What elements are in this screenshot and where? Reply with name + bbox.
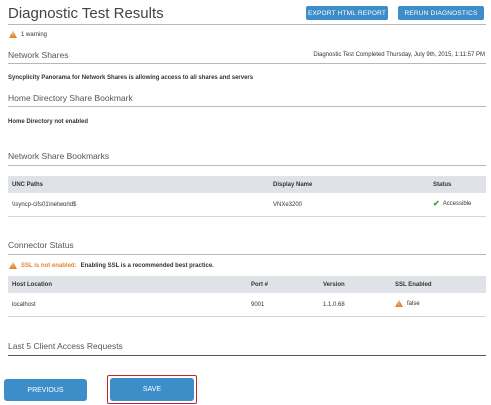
ssl-warning: ! SSL is not enabled: Enabling SSL is a … xyxy=(9,262,214,269)
col-unc-paths: UNC Paths xyxy=(12,182,44,188)
save-button-outline: SAVE xyxy=(107,375,197,404)
export-html-report-button[interactable]: EXPORT HTML REPORT xyxy=(306,6,388,20)
warning-summary: ! 1 warning xyxy=(9,31,47,38)
ssl-warning-icon: ! xyxy=(9,262,17,269)
bookmarks-table-header xyxy=(8,176,486,193)
client-access-divider xyxy=(8,355,486,356)
col-port: Port # xyxy=(251,282,269,288)
ssl-warning-prefix: SSL is not enabled: xyxy=(21,262,77,269)
bookmark-status: ✔ Accessible xyxy=(433,199,471,208)
network-shares-title: Network Shares xyxy=(8,50,69,60)
home-directory-title: Home Directory Share Bookmark xyxy=(8,93,133,103)
network-shares-divider xyxy=(8,63,486,64)
home-directory-divider xyxy=(8,106,486,107)
warning-icon: ! xyxy=(9,31,17,38)
bookmark-display-name: VNXe3200 xyxy=(273,202,303,208)
client-access-title: Last 5 Client Access Requests xyxy=(8,341,123,351)
connector-status-title: Connector Status xyxy=(8,240,74,250)
col-version: Version xyxy=(323,282,345,288)
connector-divider xyxy=(8,254,486,255)
connector-row-divider xyxy=(8,316,486,317)
bookmark-status-text: Accessible xyxy=(442,200,472,207)
completed-timestamp: Diagnostic Test Completed Thursday, July… xyxy=(313,52,485,58)
col-host-location: Host Location xyxy=(12,282,52,288)
connector-version: 1.1.0.68 xyxy=(323,302,345,308)
connector-host: localhost xyxy=(12,302,36,308)
bookmarks-title: Network Share Bookmarks xyxy=(8,151,110,161)
col-ssl-enabled: SSL Enabled xyxy=(395,282,432,288)
col-status: Status xyxy=(433,182,452,188)
page-title: Diagnostic Test Results xyxy=(8,5,164,22)
bookmarks-row-divider xyxy=(8,216,486,217)
connector-ssl: ! false xyxy=(395,300,420,307)
header-divider xyxy=(8,24,486,25)
col-display-name: Display Name xyxy=(273,182,313,188)
checkmark-icon: ✔ xyxy=(433,199,440,208)
previous-button[interactable]: PREVIOUS xyxy=(4,379,87,401)
rerun-diagnostics-button[interactable]: RERUN DIAGNOSTICS xyxy=(398,6,484,20)
ssl-warning-text: Enabling SSL is a recommended best pract… xyxy=(80,262,214,269)
save-button[interactable]: SAVE xyxy=(110,378,194,401)
bookmark-unc-path: \\syncp-cifs01\networld$ xyxy=(12,202,77,208)
network-shares-message: Syncplicity Panorama for Network Shares … xyxy=(8,75,254,81)
warning-count: 1 warning xyxy=(21,31,48,38)
bookmarks-divider xyxy=(8,165,486,166)
ssl-false-warning-icon: ! xyxy=(395,300,403,307)
connector-port: 9001 xyxy=(251,302,265,308)
home-directory-message: Home Directory not enabled xyxy=(8,119,89,125)
connector-ssl-value: false xyxy=(407,300,420,307)
